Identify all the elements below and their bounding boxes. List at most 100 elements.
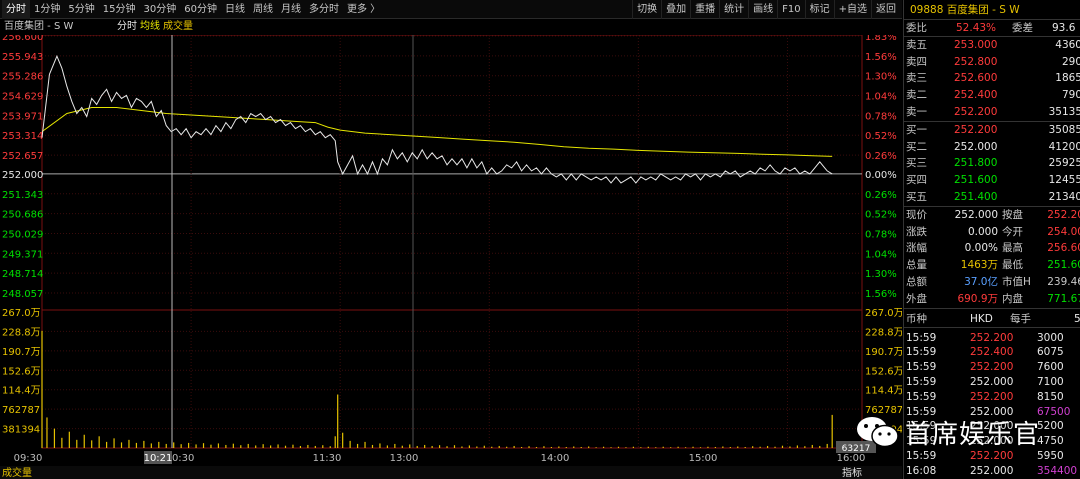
tool-button-0[interactable]: 切换 <box>632 0 661 19</box>
avg-label: 均线 <box>140 21 160 32</box>
tick-volume: 67500 <box>1037 405 1071 418</box>
price-tick-label: 256.600 <box>2 35 43 43</box>
price-tick-label: 249.371 <box>2 249 43 260</box>
period-tab-9[interactable]: 多分时 <box>305 0 343 19</box>
stat-row: 总额 37.0亿市值H 239.46 <box>904 274 1080 291</box>
ask-label: 卖五 <box>906 38 927 51</box>
diff-label: 委差 <box>1012 22 1033 34</box>
period-tab-6[interactable]: 日线 <box>221 0 249 19</box>
time-tick-label: 15:00 <box>689 453 718 464</box>
tick-volume: 7100 <box>1037 375 1064 388</box>
tick-time: 15:59 <box>906 346 937 359</box>
tick-price: 252.000 <box>970 375 1014 388</box>
wechat-logo-icon <box>857 417 899 448</box>
watermark-text: 首席娱乐官 <box>905 419 1041 450</box>
watermark: 首席娱乐官 <box>855 412 1040 452</box>
tool-button-3[interactable]: 统计 <box>719 0 748 19</box>
price-tick-label: 252.657 <box>2 151 43 162</box>
ask-row: 卖四 252.800 290 <box>904 54 1080 71</box>
ask-list: 卖五 253.000 4360 卖四 252.800 290 卖三 252.600 1865 卖二… <box>904 37 1080 121</box>
tool-button-2[interactable]: 重播 <box>690 0 719 19</box>
price-tick-label: 250.686 <box>2 210 43 221</box>
volume-tick-label: 190.7万 <box>865 347 902 358</box>
period-tab-2[interactable]: 5分钟 <box>64 0 98 19</box>
tick-time: 15:59 <box>906 375 937 388</box>
stat-value: 252.000 <box>954 208 998 221</box>
tool-buttons: 切换 叠加 重播 统计 画线 F10 标记 +自选 返回 <box>632 0 900 19</box>
period-tab-3[interactable]: 15分钟 <box>99 0 140 19</box>
tool-button-8[interactable]: 返回 <box>871 0 900 19</box>
stat-row: 涨跌 0.000 今开 254.00 <box>904 224 1080 241</box>
volume-tick-label: 190.7万 <box>2 347 41 358</box>
tick-volume: 3000 <box>1037 331 1064 344</box>
bid-volume: 41200 <box>1048 140 1080 153</box>
tick-price: 252.200 <box>970 390 1014 403</box>
tick-row: 15:59 252.200 7600 <box>904 360 1080 375</box>
ask-row: 卖二 252.400 790 <box>904 87 1080 104</box>
period-tab-10[interactable]: 更多 〉 <box>343 0 384 19</box>
volume-tick-label: 762787 <box>2 405 40 416</box>
tick-volume: 8150 <box>1037 390 1064 403</box>
pct-tick-label: 1.30% <box>865 269 897 280</box>
ask-volume: 4360 <box>1055 38 1080 51</box>
tick-row: 15:59 252.200 3000 <box>904 331 1080 346</box>
period-tab-1[interactable]: 1分钟 <box>30 0 64 19</box>
price-tick-label: 248.057 <box>2 289 43 300</box>
mode-label[interactable]: 分时 <box>117 19 137 35</box>
tool-button-6[interactable]: 标记 <box>804 0 834 19</box>
tick-row: 15:59 252.400 6075 <box>904 345 1080 360</box>
tick-row: 15:59 252.000 7100 <box>904 375 1080 390</box>
pct-tick-label: 1.56% <box>865 52 897 63</box>
period-tab-4[interactable]: 30分钟 <box>139 0 180 19</box>
ask-row: 卖五 253.000 4360 <box>904 37 1080 54</box>
stat-label-2: 内盘 <box>1002 292 1023 305</box>
pct-tick-label: 0.26% <box>865 190 897 201</box>
bid-label: 买一 <box>906 123 927 136</box>
period-tab-8[interactable]: 月线 <box>277 0 305 19</box>
stat-label: 涨幅 <box>906 242 927 255</box>
bid-label: 买二 <box>906 140 927 153</box>
tick-time: 16:08 <box>906 464 937 477</box>
stat-label-2: 最低 <box>1002 259 1023 272</box>
stat-row: 现价 252.000 按盘 252.20 <box>904 207 1080 224</box>
pct-tick-label: 0.00% <box>865 170 897 181</box>
ask-label: 卖三 <box>906 72 927 85</box>
period-tab-0[interactable]: 分时 <box>2 0 30 19</box>
bid-price: 252.000 <box>954 140 998 153</box>
stats-list: 现价 252.000 按盘 252.20 涨跌 0.000 今开 254.00 涨幅 0.00% 最… <box>904 205 1080 308</box>
ratio-label: 委比 <box>906 22 927 34</box>
period-tabs: 分时 1分钟 5分钟 15分钟 30分钟 60分钟 日线 周线 月线 多分时 更多 〉 <box>2 0 384 19</box>
bid-volume: 21340 <box>1048 190 1080 203</box>
bid-row: 买三 251.800 25925 <box>904 155 1080 172</box>
time-tick-label: 11:30 <box>313 453 342 464</box>
stat-label: 总量 <box>906 259 927 272</box>
stat-value: 37.0亿 <box>964 275 998 288</box>
stat-value-2: 254.00 <box>1047 225 1080 238</box>
tool-button-7[interactable]: +自选 <box>833 0 871 19</box>
pct-tick-label: 1.04% <box>865 92 897 103</box>
cursor-time-label: 10:21 <box>144 453 173 464</box>
intraday-chart[interactable]: 256.600 1.83% 255.943 1.56% 255.286 1.30% 254.… <box>0 35 902 479</box>
volume-tick-label: 267.0万 <box>2 308 41 319</box>
stat-row: 涨幅 0.00% 最高 256.60 <box>904 240 1080 257</box>
volume-tick-label: 152.6万 <box>865 366 902 377</box>
ask-row: 卖三 252.600 1865 <box>904 70 1080 87</box>
pct-tick-label: 1.83% <box>865 35 897 43</box>
tick-volume: 5200 <box>1037 420 1064 433</box>
stat-value: 690.9万 <box>957 292 998 305</box>
currency-label: 币种 <box>906 312 927 325</box>
top-toolbar: 分时 1分钟 5分钟 15分钟 30分钟 60分钟 日线 周线 月线 多分时 更多 〉 切换 叠加 重播… <box>0 0 902 19</box>
quote-panel: 09888 百度集团 - S W 委比 52.43% 委差 93.6 卖五 253… <box>903 0 1080 479</box>
tool-button-5[interactable]: F10 <box>777 0 804 19</box>
time-tick-label: 14:00 <box>541 453 570 464</box>
period-tab-5[interactable]: 60分钟 <box>180 0 221 19</box>
bid-row: 买二 252.000 41200 <box>904 139 1080 156</box>
lot-value: 5 <box>1074 309 1080 329</box>
bid-label: 买三 <box>906 157 927 170</box>
stat-value-2: 251.60 <box>1047 259 1080 272</box>
tool-button-4[interactable]: 画线 <box>748 0 777 19</box>
bid-price: 251.400 <box>954 190 998 203</box>
tool-button-1[interactable]: 叠加 <box>661 0 690 19</box>
tick-volume: 5950 <box>1037 449 1064 462</box>
period-tab-7[interactable]: 周线 <box>249 0 277 19</box>
